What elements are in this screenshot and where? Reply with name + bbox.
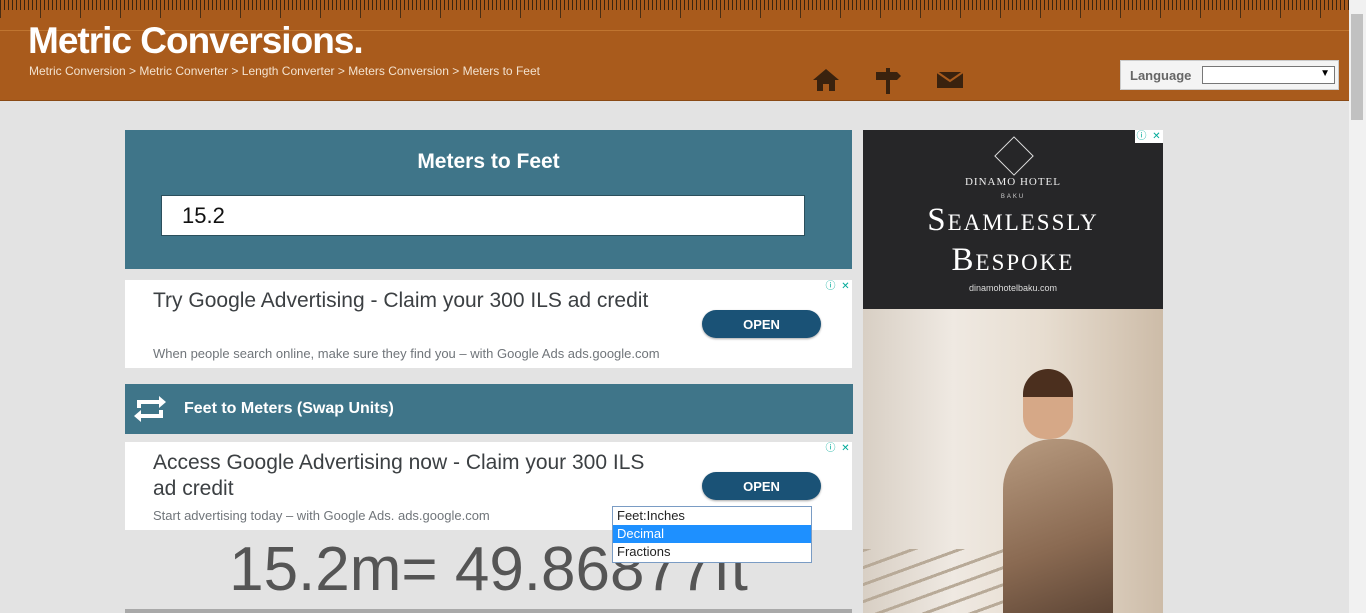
ad-close-icon[interactable]: ✕ bbox=[839, 280, 852, 293]
ad-info-icon[interactable]: ⓘ bbox=[1135, 130, 1148, 143]
breadcrumb-length-converter[interactable]: Length Converter bbox=[242, 64, 335, 78]
swap-icon bbox=[134, 396, 166, 422]
format-option-feet-inches[interactable]: Feet:Inches bbox=[613, 507, 811, 525]
breadcrumb-meters-conversion[interactable]: Meters Conversion bbox=[348, 64, 449, 78]
mail-icon[interactable] bbox=[934, 64, 966, 96]
breadcrumb-metric-converter[interactable]: Metric Converter bbox=[139, 64, 228, 78]
meters-input[interactable]: 15.2 bbox=[161, 195, 805, 236]
model-figure-head bbox=[1023, 369, 1073, 439]
ad-headline[interactable]: Try Google Advertising - Claim your 300 … bbox=[153, 288, 653, 314]
ad-description: Start advertising today – with Google Ad… bbox=[153, 508, 490, 523]
format-option-decimal[interactable]: Decimal bbox=[613, 525, 811, 543]
site-header: Metric Conversions. Metric Conversion > … bbox=[0, 0, 1349, 101]
ad-description: When people search online, make sure the… bbox=[153, 346, 660, 361]
swap-units-label[interactable]: Feet to Meters (Swap Units) bbox=[184, 400, 394, 418]
side-ad-url: dinamohotelbaku.com bbox=[968, 283, 1058, 293]
site-logo[interactable]: Metric Conversions. bbox=[28, 22, 364, 59]
ad-open-button[interactable]: OPEN bbox=[702, 472, 821, 500]
scrollbar-thumb[interactable] bbox=[1351, 14, 1363, 120]
header-nav bbox=[810, 64, 966, 96]
side-ad-header: DINAMO HOTEL BAKU Seamlessly Bespoke din… bbox=[863, 130, 1163, 309]
ad-badges: ⓘ ✕ bbox=[824, 442, 852, 455]
language-selector: Language ▼ bbox=[1120, 60, 1339, 90]
language-label: Language bbox=[1130, 68, 1192, 83]
staircase-decoration bbox=[863, 549, 1003, 613]
breadcrumb-meters-to-feet[interactable]: Meters to Feet bbox=[463, 64, 540, 78]
side-ad-badges: ⓘ ✕ bbox=[1135, 130, 1163, 143]
converter-panel: Meters to Feet 15.2 bbox=[125, 130, 852, 269]
converter-title: Meters to Feet bbox=[417, 150, 560, 173]
breadcrumb: Metric Conversion > Metric Converter > L… bbox=[29, 64, 540, 78]
ad-close-icon[interactable]: ✕ bbox=[1150, 130, 1163, 143]
side-ad-brand-sub: BAKU bbox=[1000, 194, 1026, 200]
side-ad-photo bbox=[863, 309, 1163, 613]
side-banner-ad[interactable]: DINAMO HOTEL BAKU Seamlessly Bespoke din… bbox=[863, 130, 1163, 613]
ad-open-button[interactable]: OPEN bbox=[702, 310, 821, 338]
side-ad-brand: DINAMO HOTEL bbox=[964, 176, 1061, 188]
ad-headline[interactable]: Access Google Advertising now - Claim yo… bbox=[153, 450, 653, 502]
google-ad-1[interactable]: Try Google Advertising - Claim your 300 … bbox=[125, 280, 852, 368]
language-dropdown[interactable]: ▼ bbox=[1202, 66, 1335, 84]
format-dropdown-list[interactable]: Feet:Inches Decimal Fractions bbox=[612, 506, 812, 563]
side-ad-headline-1: Seamlessly bbox=[927, 202, 1099, 238]
result-divider bbox=[125, 609, 852, 613]
ad-badges: ⓘ ✕ bbox=[824, 280, 852, 293]
side-ad-headline-2: Bespoke bbox=[951, 242, 1075, 278]
signpost-icon[interactable] bbox=[872, 64, 904, 96]
hotel-emblem-icon bbox=[994, 136, 1034, 176]
model-figure-body bbox=[1003, 439, 1113, 613]
ad-close-icon[interactable]: ✕ bbox=[839, 442, 852, 455]
chevron-down-icon: ▼ bbox=[1320, 68, 1330, 79]
breadcrumb-metric-conversion[interactable]: Metric Conversion bbox=[29, 64, 126, 78]
page-scrollbar[interactable] bbox=[1349, 0, 1366, 613]
ad-info-icon[interactable]: ⓘ bbox=[824, 442, 837, 455]
home-icon[interactable] bbox=[810, 64, 842, 96]
format-option-fractions[interactable]: Fractions bbox=[613, 543, 811, 561]
ad-info-icon[interactable]: ⓘ bbox=[824, 280, 837, 293]
swap-units-bar[interactable]: Feet to Meters (Swap Units) bbox=[125, 384, 853, 434]
